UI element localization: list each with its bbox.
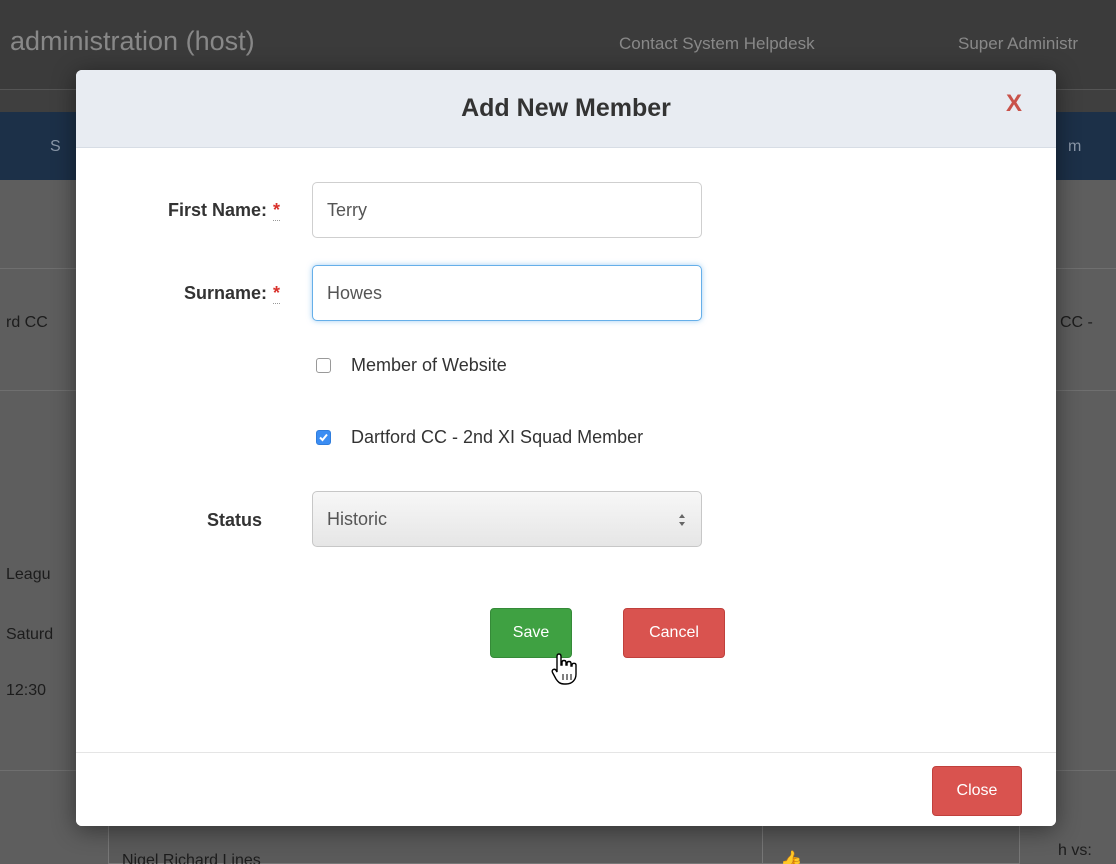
required-mark: * [272, 200, 280, 221]
hand-cursor-icon [551, 653, 577, 685]
member-of-website-checkbox[interactable] [316, 358, 331, 373]
surname-label: Surname: * [108, 283, 280, 304]
app-title: administration (host) [10, 26, 255, 56]
cancel-button[interactable]: Cancel [623, 608, 725, 658]
close-icon[interactable]: X [1006, 90, 1022, 118]
squad-member-label: Dartford CC - 2nd XI Squad Member [351, 427, 644, 447]
bg-row-text-right: CC - [1060, 314, 1093, 331]
bg-day-text: Saturd [6, 626, 54, 643]
first-name-label-text: First Name: [167, 200, 267, 220]
bg-row-text-left: rd CC [6, 314, 48, 331]
nav-item-right[interactable]: m [1068, 138, 1081, 156]
dialog-title: Add New Member [461, 94, 671, 122]
bg-match-text: h vs: [1058, 842, 1092, 859]
surname-input[interactable] [312, 265, 702, 321]
status-select[interactable]: Historic [312, 491, 702, 547]
admin-link[interactable]: Super Administr [958, 34, 1078, 54]
member-of-website-label: Member of Website [351, 355, 507, 375]
bg-member-name: Nigel Richard Lines [122, 852, 261, 864]
squad-member-checkbox[interactable] [316, 430, 331, 445]
member-of-website-option[interactable]: Member of Website [316, 355, 507, 376]
first-name-input[interactable] [312, 182, 702, 238]
helpdesk-link[interactable]: Contact System Helpdesk [619, 34, 815, 54]
bg-time-text: 12:30 [6, 682, 47, 699]
thumbs-up-icon[interactable]: 👍 [780, 850, 802, 864]
close-button[interactable]: Close [932, 766, 1022, 816]
status-label: Status [206, 510, 262, 530]
bg-card-divider [762, 824, 763, 864]
save-button[interactable]: Save [490, 608, 572, 658]
required-mark: * [272, 283, 280, 304]
dialog-footer: Close [76, 752, 1056, 826]
dialog-header: Add New Member X [76, 70, 1056, 148]
first-name-label: First Name: * [108, 200, 280, 221]
select-arrows-icon [679, 514, 685, 526]
add-member-dialog: Add New Member X First Name:* Surname:* … [76, 70, 1056, 826]
squad-member-option[interactable]: Dartford CC - 2nd XI Squad Member [316, 427, 643, 448]
checkmark-icon [319, 433, 328, 442]
nav-item-left[interactable]: S [50, 138, 61, 156]
status-selected-value: Historic [327, 509, 388, 529]
bg-league-text: Leagu [6, 566, 51, 583]
surname-label-text: Surname: [183, 283, 267, 303]
